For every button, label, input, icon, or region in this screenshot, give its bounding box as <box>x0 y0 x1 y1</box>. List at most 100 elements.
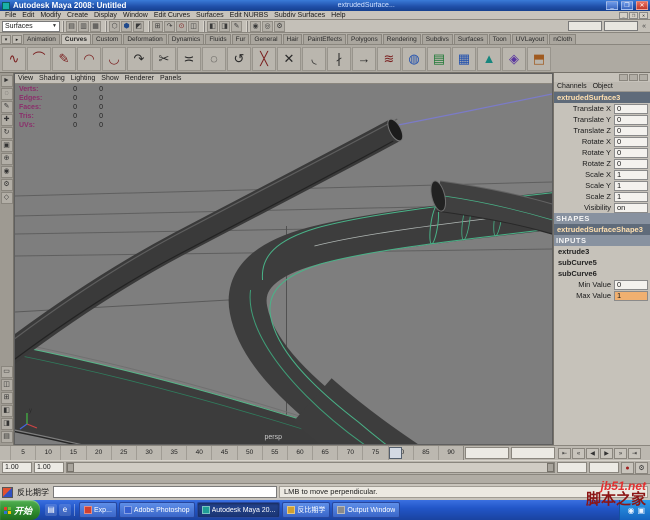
start-button[interactable]: 开始 <box>0 500 40 520</box>
time-tick-20[interactable]: 20 <box>86 446 111 460</box>
perspective-viewport[interactable]: ViewShadingLightingShowRendererPanels <box>14 73 553 445</box>
channel-row-scale-y[interactable]: Scale Y1 <box>554 180 650 191</box>
close-button[interactable]: ✕ <box>636 1 648 10</box>
planar-icon[interactable]: ▦ <box>452 47 476 71</box>
task-button-output-window[interactable]: Output Window <box>332 502 400 518</box>
script-editor-icon[interactable] <box>2 487 13 498</box>
move-seam-icon[interactable]: ↺ <box>227 47 251 71</box>
render-settings-icon[interactable]: ⚙ <box>274 21 285 32</box>
shelf-tab-rendering[interactable]: Rendering <box>383 34 421 44</box>
four-pane-layout-icon[interactable]: ⊞ <box>1 392 13 404</box>
task-button-反比期学[interactable]: 反比期学 <box>282 502 330 518</box>
open-close-curve-icon[interactable]: ◌ <box>202 47 226 71</box>
anim-preferences-button[interactable]: ⚙ <box>635 462 648 474</box>
minimize-button[interactable]: _ <box>606 1 618 10</box>
channel-value-rotate-y[interactable]: 0 <box>614 148 648 158</box>
show-manip-tool-icon[interactable]: ⚙ <box>1 179 13 191</box>
select-tool-icon[interactable]: ► <box>1 75 13 87</box>
go-to-end-button[interactable]: ⇥ <box>628 448 641 459</box>
lasso-tool-icon[interactable]: ◌ <box>1 88 13 100</box>
child-close-button[interactable]: ✕ <box>639 12 648 19</box>
internet-explorer-icon[interactable]: e <box>59 504 71 516</box>
hypershade-layout-icon[interactable]: ▤ <box>1 431 13 443</box>
single-pane-layout-icon[interactable]: ▭ <box>1 366 13 378</box>
offset-curve-icon[interactable]: ≋ <box>377 47 401 71</box>
command-line-input[interactable] <box>53 486 277 498</box>
task-button-autodesk-maya-20[interactable]: Autodesk Maya 20... <box>197 502 281 518</box>
maximize-button[interactable]: ❐ <box>621 1 633 10</box>
current-time-field[interactable] <box>465 447 509 459</box>
shelf-tab-curves[interactable]: Curves <box>61 34 91 44</box>
shelf-tab-deformation[interactable]: Deformation <box>123 34 166 44</box>
shelf-menu-button[interactable]: ▾ <box>1 35 11 44</box>
auto-key-button[interactable]: ● <box>621 462 634 474</box>
channel-row-extrude3[interactable]: extrude3 <box>554 246 650 257</box>
shelf-tab-fluids[interactable]: Fluids <box>205 34 230 44</box>
channel-value-scale-x[interactable]: 1 <box>614 170 648 180</box>
detach-curves-icon[interactable]: ✂ <box>152 47 176 71</box>
channel-row-visibility[interactable]: Visibilityon <box>554 202 650 213</box>
time-tick-85[interactable]: 85 <box>413 446 438 460</box>
channel-row-extrudedsurface3[interactable]: extrudedSurface3 <box>554 92 650 103</box>
channel-row-scale-x[interactable]: Scale X1 <box>554 169 650 180</box>
two-point-arc-icon[interactable]: ◡ <box>102 47 126 71</box>
panel-menu-shading[interactable]: Shading <box>39 75 71 82</box>
time-tick-90[interactable]: 90 <box>438 446 463 460</box>
shelf-tab-dynamics[interactable]: Dynamics <box>168 34 205 44</box>
time-tick-45[interactable]: 45 <box>211 446 236 460</box>
shelf-tab-fur[interactable]: Fur <box>232 34 250 44</box>
menu-set-dropdown[interactable]: Surfaces ▼ <box>2 21 60 32</box>
time-tick-15[interactable]: 15 <box>60 446 85 460</box>
channel-row-translate-y[interactable]: Translate Y0 <box>554 114 650 125</box>
save-scene-icon[interactable]: ▦ <box>90 21 101 32</box>
task-button-adobe-photoshop[interactable]: Adobe Photoshop <box>119 502 195 518</box>
menu-create[interactable]: Create <box>64 12 91 19</box>
time-tick-65[interactable]: 65 <box>312 446 337 460</box>
two-pane-layout-icon[interactable]: ◫ <box>1 379 13 391</box>
channel-value-max-value[interactable]: 1 <box>614 291 648 301</box>
menu-window[interactable]: Window <box>120 12 151 19</box>
range-end-handle[interactable] <box>547 463 554 472</box>
viewport-canvas[interactable]: y persp Verts:00Edges:00Faces:00Tris:00U… <box>15 84 552 444</box>
range-start-handle[interactable] <box>67 463 74 472</box>
time-tick-25[interactable]: 25 <box>111 446 136 460</box>
snap-plane-icon[interactable]: ◫ <box>188 21 199 32</box>
persp-outliner-layout-icon[interactable]: ◧ <box>1 405 13 417</box>
menu-display[interactable]: Display <box>91 12 120 19</box>
playback-start-field[interactable]: 1.00 <box>34 462 64 473</box>
boundary-icon[interactable]: ⬒ <box>527 47 551 71</box>
channel-value-scale-y[interactable]: 1 <box>614 181 648 191</box>
time-tick-50[interactable]: 50 <box>237 446 262 460</box>
time-slider[interactable]: 51015202530354045505560657075808590 ⇤«◀▶… <box>0 445 650 460</box>
select-hierarchy-icon[interactable]: ⬡ <box>109 21 120 32</box>
time-tick-55[interactable]: 55 <box>262 446 287 460</box>
menu-help[interactable]: Help <box>328 12 348 19</box>
step-back-button[interactable]: « <box>572 448 585 459</box>
pencil-curve-tool-icon[interactable]: ✎ <box>52 47 76 71</box>
new-scene-icon[interactable]: ▤ <box>66 21 77 32</box>
channel-value-min-value[interactable]: 0 <box>614 280 648 290</box>
shelf-tab-polygons[interactable]: Polygons <box>347 34 382 44</box>
child-minimize-button[interactable]: _ <box>619 12 628 19</box>
current-time-indicator[interactable] <box>389 447 402 459</box>
shelf-tab-ncloth[interactable]: nCloth <box>549 34 576 44</box>
channel-row-scale-z[interactable]: Scale Z1 <box>554 191 650 202</box>
time-tick-60[interactable]: 60 <box>287 446 312 460</box>
show-desktop-icon[interactable]: ▤ <box>45 504 57 516</box>
shelf-tab-subdivs[interactable]: Subdivs <box>422 34 453 44</box>
snap-point-icon[interactable]: ⊙ <box>176 21 187 32</box>
quick-select-field[interactable] <box>568 21 602 31</box>
manip-hyperbolic-icon[interactable] <box>639 74 648 81</box>
channel-row-translate-z[interactable]: Translate Z0 <box>554 125 650 136</box>
shelf-tab-painteffects[interactable]: PaintEffects <box>303 34 346 44</box>
menu-edit-curves[interactable]: Edit Curves <box>151 12 193 19</box>
time-tick-30[interactable]: 30 <box>136 446 161 460</box>
task-button-exp[interactable]: Exp... <box>79 502 117 518</box>
soft-mod-tool-icon[interactable]: ◉ <box>1 166 13 178</box>
channel-row-subcurve5[interactable]: subCurve5 <box>554 257 650 268</box>
revolve-icon[interactable]: ◍ <box>402 47 426 71</box>
snap-curve-icon[interactable]: ↷ <box>164 21 175 32</box>
anim-end-field[interactable] <box>589 462 619 473</box>
cv-curve-tool-icon[interactable]: ∿ <box>2 47 26 71</box>
time-ticks[interactable]: 51015202530354045505560657075808590 <box>0 446 464 460</box>
